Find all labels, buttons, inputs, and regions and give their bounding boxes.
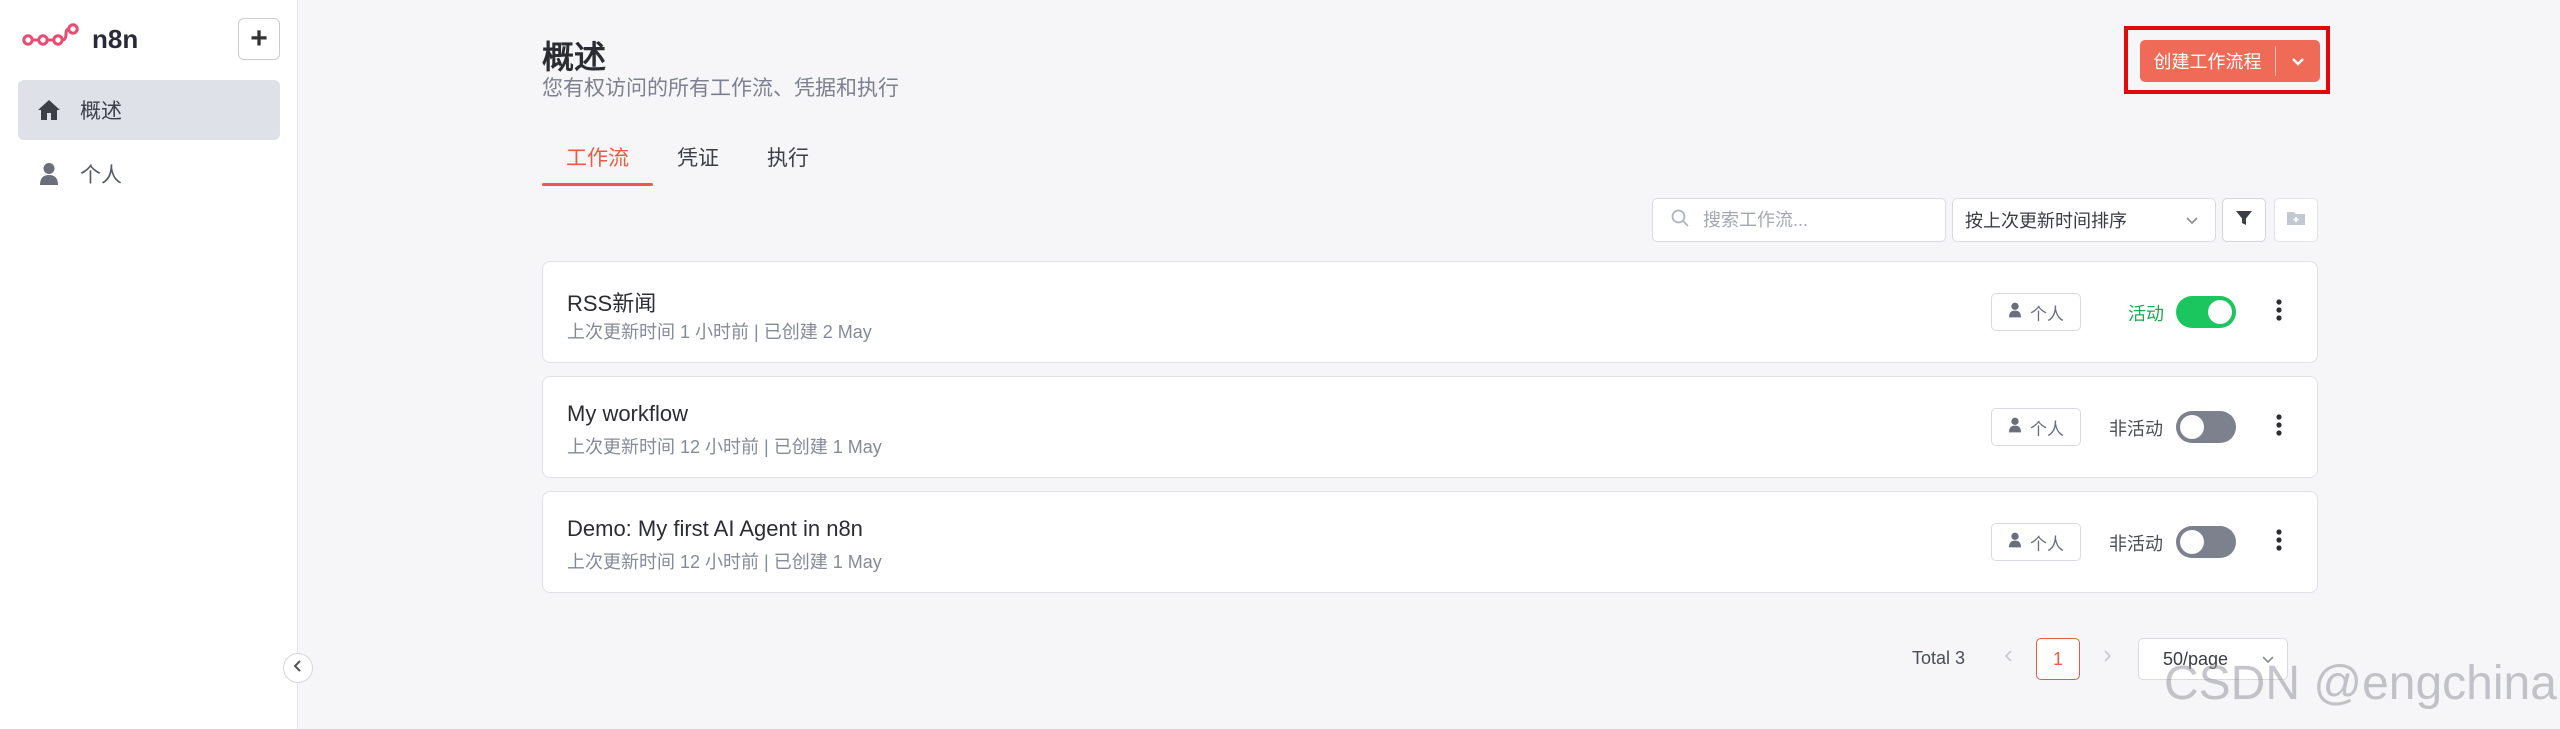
workflow-card[interactable]: Demo: My first AI Agent in n8n 上次更新时间 12… bbox=[542, 491, 2318, 593]
page-number[interactable]: 1 bbox=[2036, 638, 2080, 680]
sort-value: 按上次更新时间排序 bbox=[1965, 211, 2127, 231]
sidebar: n8n + 概述 个人 bbox=[0, 0, 313, 729]
sidebar-item-label: 个人 bbox=[80, 164, 122, 187]
tab-credentials[interactable]: 凭证 bbox=[653, 138, 743, 186]
vertical-dots-icon bbox=[2276, 298, 2282, 326]
app-logo[interactable]: n8n bbox=[22, 22, 138, 57]
watermark: CSDN @engchina bbox=[2164, 657, 2557, 710]
vertical-dots-icon bbox=[2276, 413, 2282, 441]
sidebar-item-personal[interactable]: 个人 bbox=[18, 144, 280, 204]
total-count: Total 3 bbox=[1912, 648, 1966, 668]
tab-bar: 工作流 凭证 执行 bbox=[542, 138, 833, 186]
status-label: 活动 bbox=[2128, 304, 2164, 324]
active-toggle[interactable] bbox=[2176, 411, 2236, 443]
status-label: 非活动 bbox=[2109, 419, 2163, 439]
workflow-name[interactable]: RSS新闻 bbox=[567, 286, 656, 318]
more-options-button[interactable] bbox=[2263, 409, 2295, 445]
search-icon bbox=[1671, 209, 1689, 232]
owner-label: 个人 bbox=[2030, 534, 2064, 554]
filter-button[interactable] bbox=[2222, 198, 2266, 242]
workflow-name[interactable]: Demo: My first AI Agent in n8n bbox=[567, 516, 863, 542]
owner-badge: 个人 bbox=[1991, 408, 2081, 446]
workflow-meta: 上次更新时间 12 小时前 | 已创建 1 May bbox=[567, 552, 882, 572]
chevron-left-icon bbox=[2004, 649, 2014, 668]
add-button[interactable]: + bbox=[238, 18, 280, 60]
chevron-left-icon bbox=[292, 659, 304, 678]
workflow-card[interactable]: My workflow 上次更新时间 12 小时前 | 已创建 1 May 个人… bbox=[542, 376, 2318, 478]
active-toggle[interactable] bbox=[2176, 526, 2236, 558]
user-icon bbox=[2008, 532, 2022, 553]
sidebar-item-label: 概述 bbox=[80, 100, 122, 123]
status-label: 非活动 bbox=[2109, 534, 2163, 554]
more-options-button[interactable] bbox=[2263, 294, 2295, 330]
create-workflow-button[interactable]: 创建工作流程 bbox=[2140, 40, 2275, 82]
search-input[interactable] bbox=[1701, 208, 1925, 232]
user-icon bbox=[2008, 302, 2022, 323]
workflow-name[interactable]: My workflow bbox=[567, 401, 688, 427]
user-icon bbox=[2008, 417, 2022, 438]
create-workflow-button-group: 创建工作流程 bbox=[2140, 40, 2320, 82]
create-button-highlight: 创建工作流程 bbox=[2124, 26, 2330, 94]
user-icon bbox=[36, 161, 62, 187]
chevron-down-icon bbox=[2291, 51, 2305, 72]
active-toggle[interactable] bbox=[2176, 296, 2236, 328]
tab-workflows[interactable]: 工作流 bbox=[542, 138, 653, 186]
chevron-down-icon bbox=[2185, 210, 2199, 231]
chevron-right-icon bbox=[2102, 649, 2112, 668]
owner-label: 个人 bbox=[2030, 304, 2064, 324]
create-dropdown-button[interactable] bbox=[2276, 40, 2320, 82]
home-icon bbox=[36, 97, 62, 123]
vertical-dots-icon bbox=[2276, 528, 2282, 556]
owner-badge: 个人 bbox=[1991, 293, 2081, 331]
collapse-sidebar-button[interactable] bbox=[283, 653, 313, 683]
more-options-button[interactable] bbox=[2263, 524, 2295, 560]
sort-select[interactable]: 按上次更新时间排序 bbox=[1952, 198, 2216, 242]
n8n-logo-icon bbox=[22, 22, 80, 57]
next-page-button[interactable] bbox=[2092, 640, 2122, 676]
owner-label: 个人 bbox=[2030, 419, 2064, 439]
workflow-card[interactable]: RSS新闻 上次更新时间 1 小时前 | 已创建 2 May 个人 活动 bbox=[542, 261, 2318, 363]
workflow-meta: 上次更新时间 12 小时前 | 已创建 1 May bbox=[567, 437, 882, 457]
sidebar-item-overview[interactable]: 概述 bbox=[18, 80, 280, 140]
app-name: n8n bbox=[92, 24, 139, 54]
add-folder-button[interactable] bbox=[2274, 198, 2318, 242]
folder-plus-icon bbox=[2286, 210, 2306, 231]
page-subtitle: 您有权访问的所有工作流、凭据和执行 bbox=[542, 77, 899, 100]
filter-icon bbox=[2235, 209, 2253, 232]
workflow-meta: 上次更新时间 1 小时前 | 已创建 2 May bbox=[567, 322, 872, 342]
tab-executions[interactable]: 执行 bbox=[743, 138, 833, 186]
prev-page-button[interactable] bbox=[1994, 640, 2024, 676]
owner-badge: 个人 bbox=[1991, 523, 2081, 561]
search-box bbox=[1652, 198, 1946, 242]
